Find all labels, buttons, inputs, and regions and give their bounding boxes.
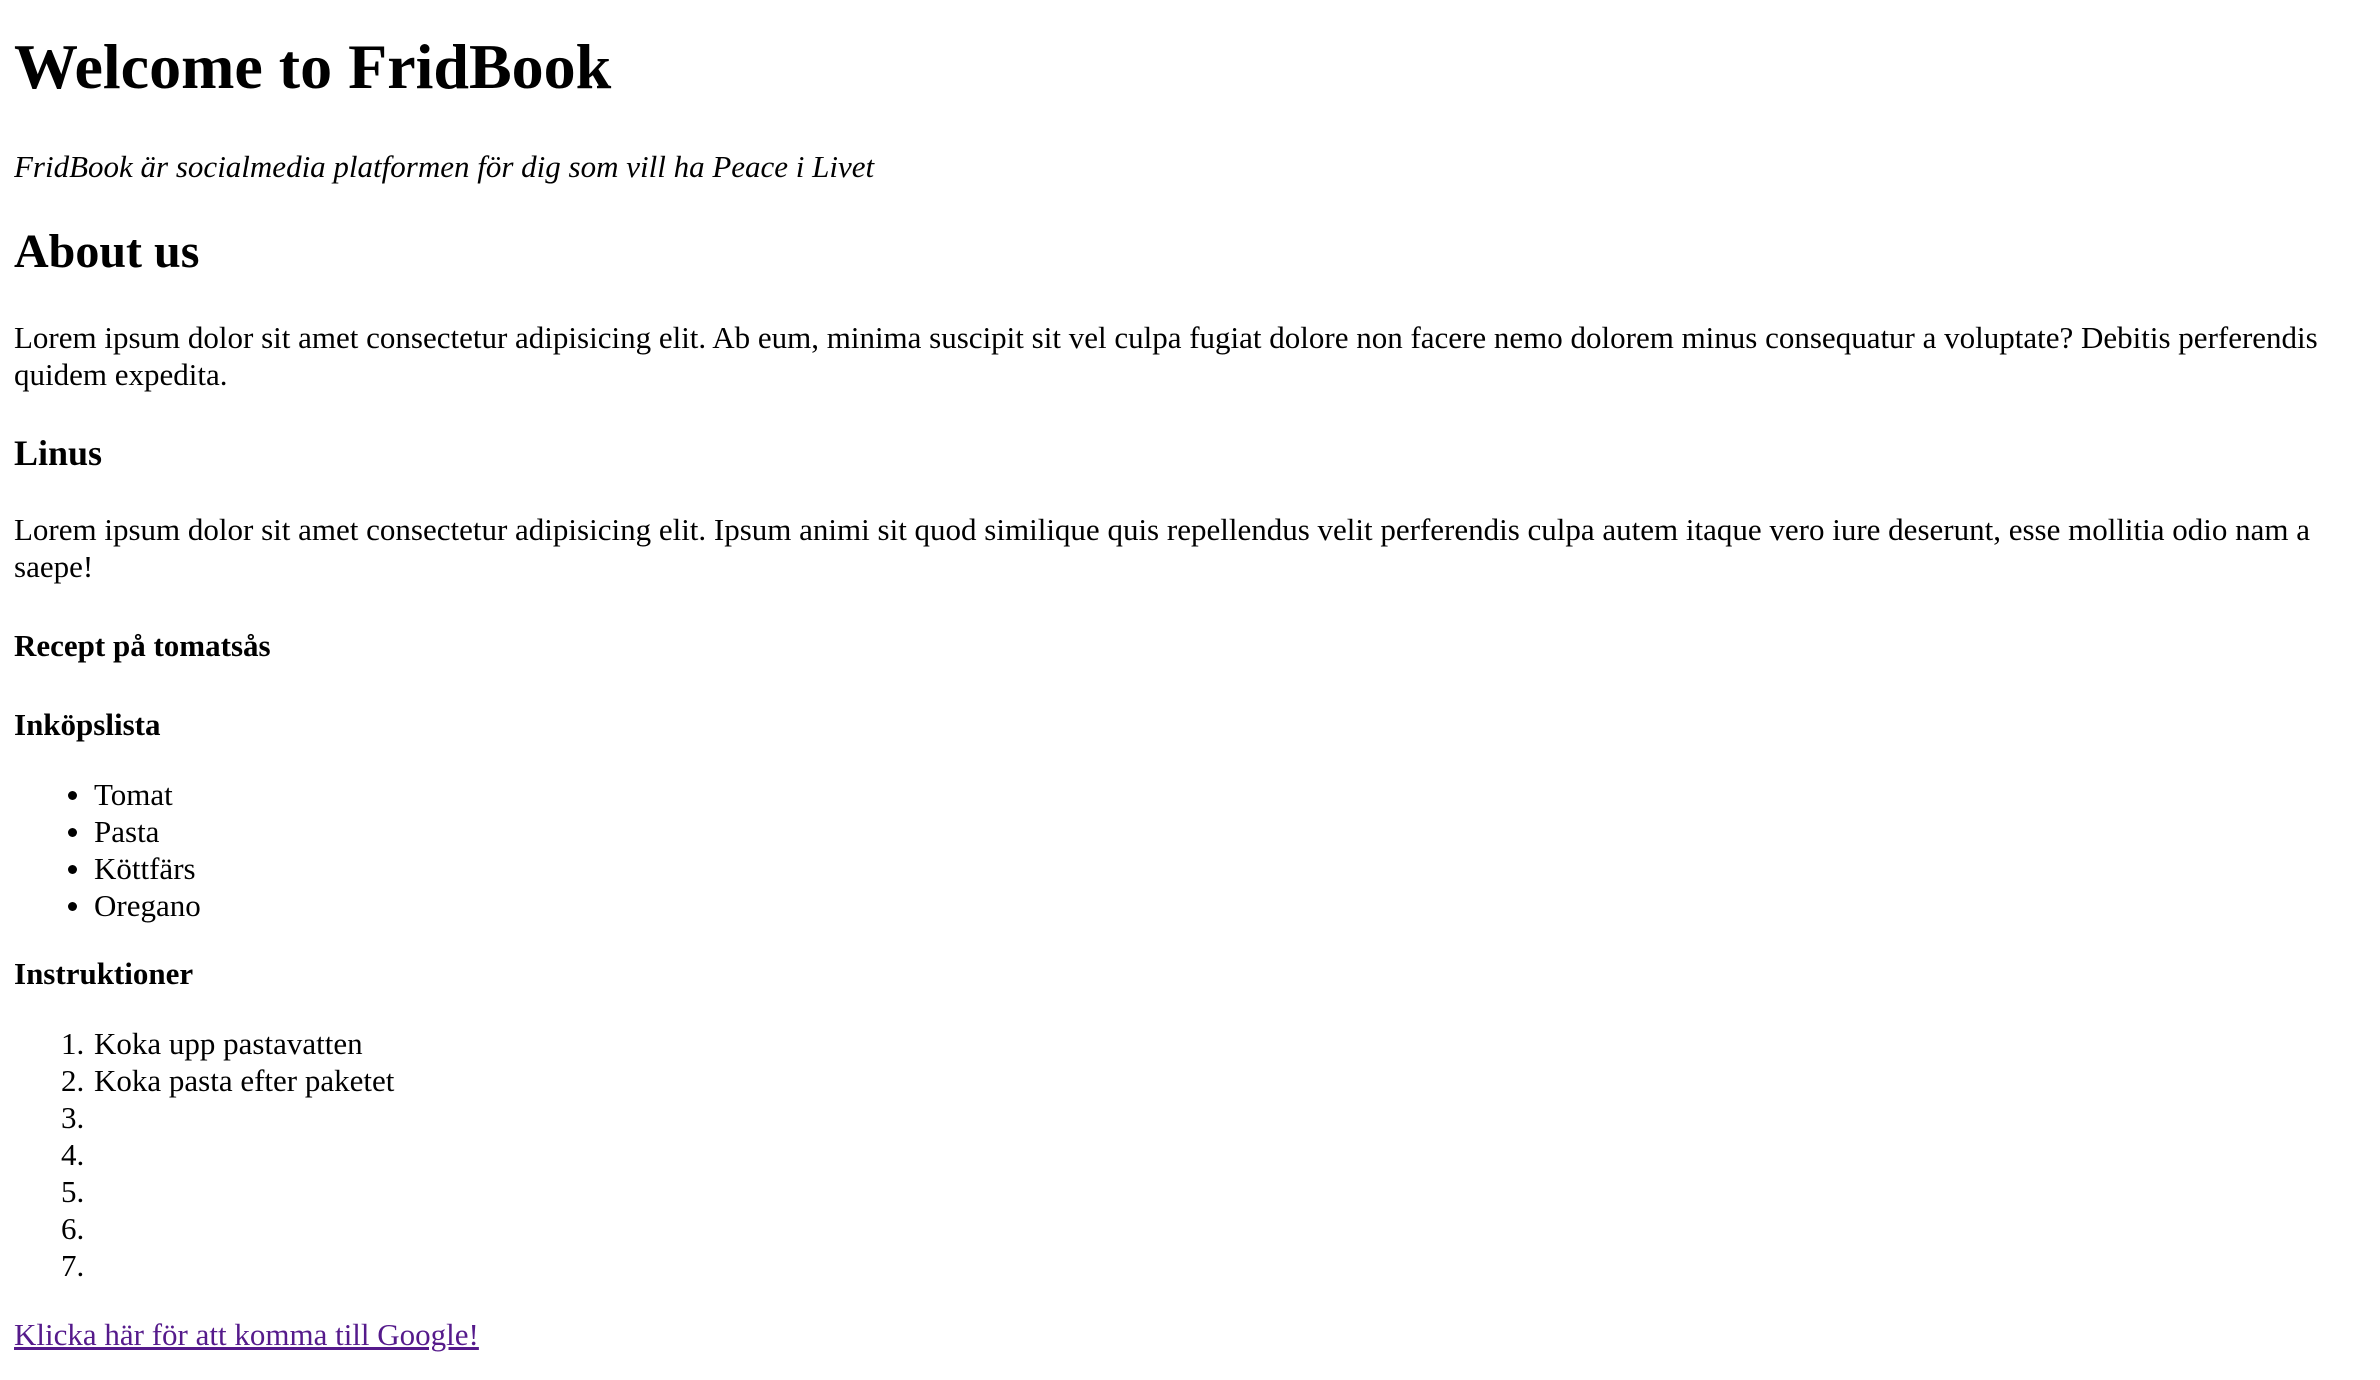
step-text: Koka upp pastavatten (94, 1026, 363, 1061)
about-paragraph-line: Lorem ipsum dolor sit amet consectetur a… (14, 320, 2318, 355)
step-number: 5. (61, 1174, 85, 1209)
bullet-icon (68, 791, 77, 800)
about-heading: About us (14, 225, 200, 278)
linus-paragraph-line: Lorem ipsum dolor sit amet consectetur a… (14, 512, 2311, 547)
step-number: 6. (61, 1211, 85, 1246)
bullet-icon (68, 865, 77, 874)
list-item-text: Pasta (94, 814, 160, 849)
step-number: 4. (61, 1137, 85, 1172)
list-item-text: Oregano (94, 888, 201, 923)
step-number: 3. (61, 1100, 85, 1135)
recipe-heading: Recept på tomatsås (14, 628, 271, 663)
page-content: Welcome to FridBook FridBook är socialme… (14, 0, 2380, 1380)
step-number: 1. (61, 1026, 85, 1061)
page-title: Welcome to FridBook (14, 31, 612, 102)
bullet-icon (68, 828, 77, 837)
tagline: FridBook är socialmedia platformen för d… (14, 149, 875, 184)
step-number: 2. (61, 1063, 85, 1098)
list-item-text: Tomat (94, 777, 173, 812)
step-text: Koka pasta efter paketet (94, 1063, 395, 1098)
shopping-list-heading: Inköpslista (14, 707, 161, 742)
google-link[interactable]: Klicka här för att komma till Google! (14, 1316, 479, 1353)
linus-heading: Linus (14, 433, 103, 473)
about-paragraph-line: quidem expedita. (14, 357, 228, 392)
linus-paragraph-line: saepe! (14, 549, 94, 584)
list-item-text: Köttfärs (94, 851, 196, 886)
step-number: 7. (61, 1248, 85, 1283)
bullet-icon (68, 902, 77, 911)
instructions-heading: Instruktioner (14, 956, 194, 991)
